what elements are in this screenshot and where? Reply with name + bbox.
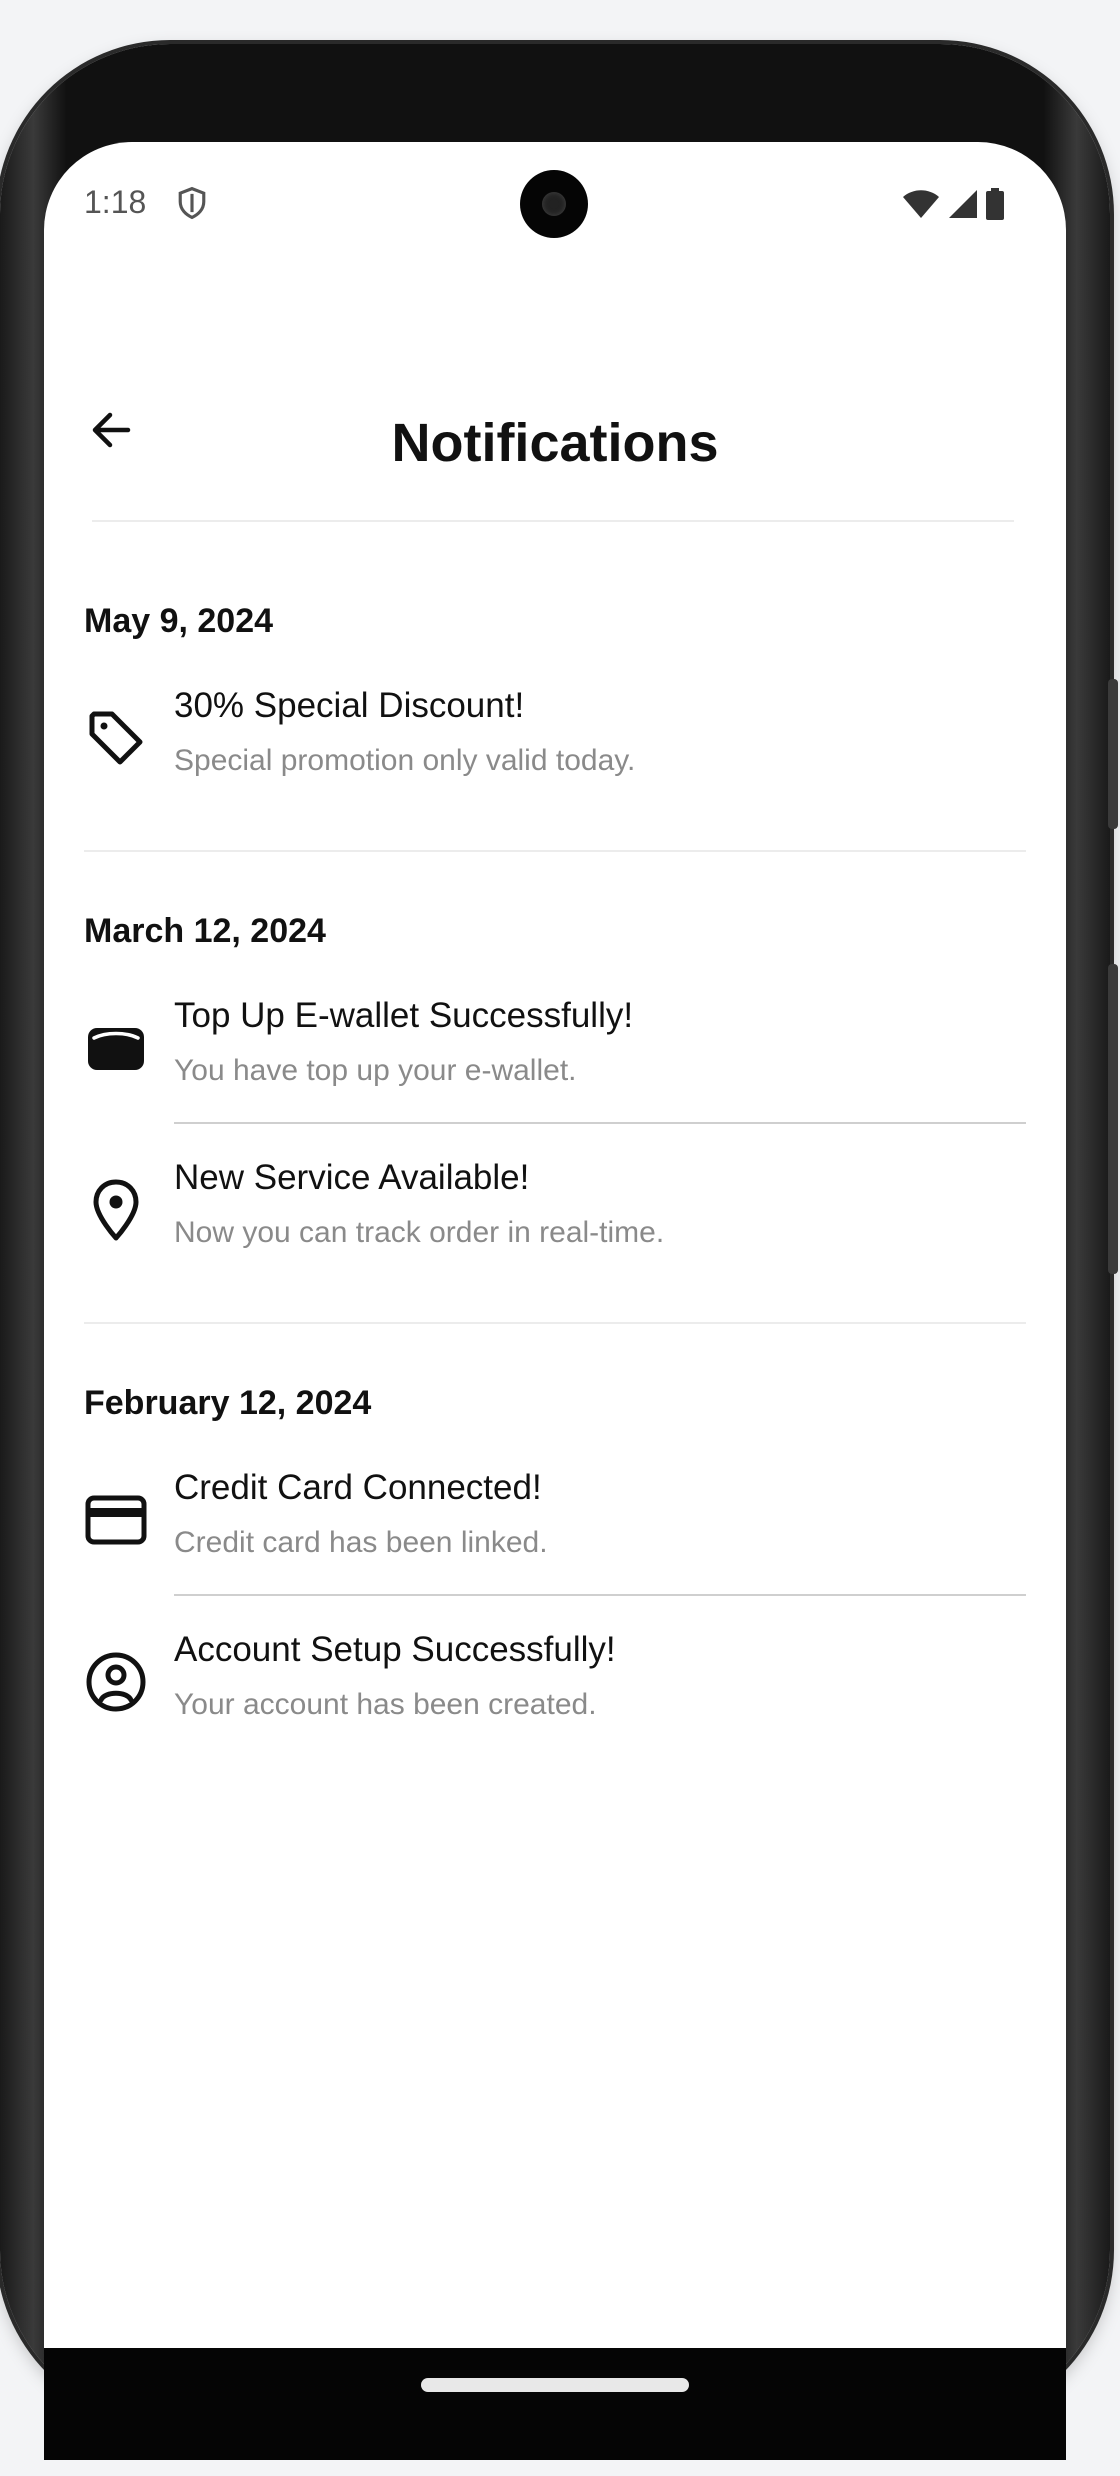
notification-item[interactable]: New Service Available! Now you can track… <box>84 1144 1026 1274</box>
notification-title: Credit Card Connected! <box>174 1468 542 1507</box>
tag-icon <box>89 711 143 765</box>
home-indicator[interactable] <box>421 2378 689 2392</box>
section-date: May 9, 2024 <box>84 602 274 640</box>
location-pin-icon <box>93 1179 139 1241</box>
header: Notifications <box>44 352 1066 482</box>
notification-title: 30% Special Discount! <box>174 686 525 725</box>
status-bar: 1:18 <box>44 142 1066 262</box>
notification-description: Your account has been created. <box>174 1688 597 1721</box>
screen: 1:18 Notifications May 9, 2024 30% Speci… <box>44 142 1066 2348</box>
power-button <box>1108 964 1118 1274</box>
notification-title: Top Up E-wallet Successfully! <box>174 996 634 1035</box>
volume-button <box>1108 679 1118 829</box>
credit-card-icon <box>85 1495 147 1545</box>
item-divider <box>174 1594 1026 1596</box>
navigation-bar <box>44 2348 1066 2460</box>
section-divider <box>84 850 1026 852</box>
header-divider <box>92 520 1014 522</box>
shield-icon <box>178 186 206 220</box>
notification-title: Account Setup Successfully! <box>174 1630 616 1669</box>
status-icons <box>902 188 1004 220</box>
notification-item[interactable]: Credit Card Connected! Credit card has b… <box>84 1454 1026 1584</box>
page-title: Notifications <box>391 413 719 473</box>
phone-frame: 1:18 Notifications May 9, 2024 30% Speci… <box>0 44 1118 2460</box>
notification-item[interactable]: 30% Special Discount! Special promotion … <box>84 672 1026 802</box>
wifi-icon <box>903 190 939 218</box>
notification-description: Now you can track order in real-time. <box>174 1216 665 1249</box>
wallet-icon <box>88 1028 144 1070</box>
section-divider <box>84 1322 1026 1324</box>
notification-item[interactable]: Account Setup Successfully! Your account… <box>84 1616 1026 1746</box>
section-date: March 12, 2024 <box>84 912 326 950</box>
battery-icon <box>986 188 1004 220</box>
notification-title: New Service Available! <box>174 1158 530 1197</box>
notification-description: Special promotion only valid today. <box>174 744 636 777</box>
user-circle-icon <box>86 1652 146 1712</box>
item-divider <box>174 1122 1026 1124</box>
notification-description: You have top up your e-wallet. <box>174 1054 577 1087</box>
notification-description: Credit card has been linked. <box>174 1526 548 1559</box>
signal-icon <box>949 190 977 218</box>
notification-item[interactable]: Top Up E-wallet Successfully! You have t… <box>84 982 1026 1112</box>
front-camera <box>520 170 588 238</box>
section-date: February 12, 2024 <box>84 1384 372 1422</box>
status-time: 1:18 <box>84 184 147 220</box>
